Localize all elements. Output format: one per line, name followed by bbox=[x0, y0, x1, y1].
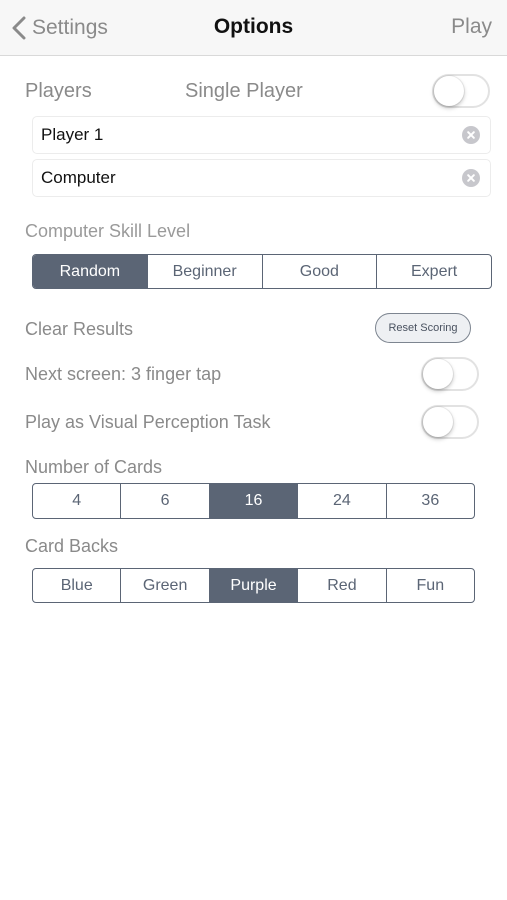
segment-card-back-purple[interactable]: Purple bbox=[209, 569, 299, 602]
player1-field[interactable] bbox=[33, 117, 443, 153]
number-of-cards-label: Number of Cards bbox=[25, 457, 163, 477]
segment-skill-random[interactable]: Random bbox=[33, 255, 148, 288]
segment-card-back-green[interactable]: Green bbox=[121, 569, 210, 602]
number-of-cards-selector: 4 6 16 24 36 bbox=[32, 483, 475, 519]
reset-scoring-button[interactable]: Reset Scoring bbox=[375, 313, 471, 343]
skill-level-selector: Random Beginner Good Expert bbox=[32, 254, 492, 289]
next-screen-toggle[interactable] bbox=[421, 357, 479, 391]
play-button[interactable]: Play bbox=[451, 15, 492, 39]
clear-player2-button[interactable] bbox=[462, 169, 480, 187]
segment-cards-16[interactable]: 16 bbox=[209, 484, 299, 518]
clear-player1-button[interactable] bbox=[462, 126, 480, 144]
visual-task-label: Play as Visual Perception Task bbox=[25, 412, 271, 432]
card-backs-label: Card Backs bbox=[25, 536, 119, 556]
segment-card-back-fun[interactable]: Fun bbox=[387, 569, 474, 602]
clear-results-label: Clear Results bbox=[25, 319, 134, 339]
players-label: Players bbox=[25, 80, 92, 102]
segment-skill-good[interactable]: Good bbox=[263, 255, 378, 288]
navigation-bar: Settings Options Play bbox=[0, 0, 507, 56]
segment-card-back-blue[interactable]: Blue bbox=[33, 569, 122, 602]
segment-skill-beginner[interactable]: Beginner bbox=[148, 255, 263, 288]
skill-level-label: Computer Skill Level bbox=[25, 221, 191, 241]
toggle-knob bbox=[423, 359, 453, 389]
next-screen-label: Next screen: 3 finger tap bbox=[25, 364, 222, 384]
toggle-knob bbox=[434, 76, 464, 106]
single-player-label: Single Player bbox=[185, 80, 303, 102]
segment-cards-4[interactable]: 4 bbox=[33, 484, 122, 518]
player2-field-container bbox=[32, 159, 491, 197]
segment-card-back-red[interactable]: Red bbox=[298, 569, 387, 602]
segment-skill-expert[interactable]: Expert bbox=[377, 255, 491, 288]
visual-task-toggle[interactable] bbox=[421, 405, 479, 439]
segment-cards-24[interactable]: 24 bbox=[298, 484, 387, 518]
single-player-toggle[interactable] bbox=[432, 74, 490, 108]
player1-field-container bbox=[32, 116, 491, 154]
segment-cards-6[interactable]: 6 bbox=[121, 484, 210, 518]
player2-field[interactable] bbox=[33, 160, 443, 196]
card-backs-selector: Blue Green Purple Red Fun bbox=[32, 568, 475, 603]
page-title: Options bbox=[213, 15, 294, 38]
segment-cards-36[interactable]: 36 bbox=[387, 484, 474, 518]
toggle-knob bbox=[423, 407, 453, 437]
